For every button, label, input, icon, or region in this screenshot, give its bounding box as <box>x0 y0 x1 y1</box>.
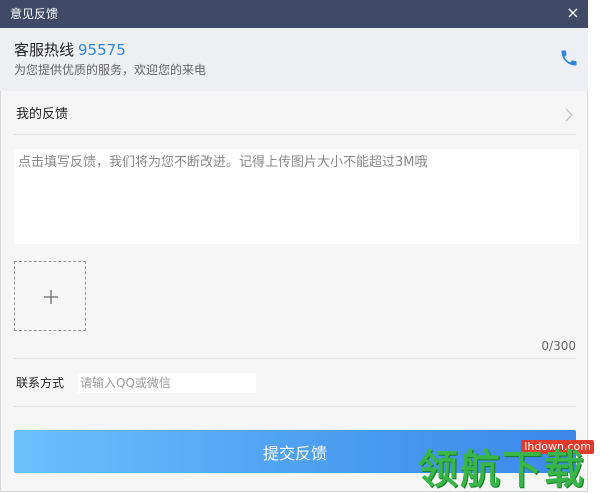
feedback-window: 意见反馈 × 客服热线95575 为您提供优质的服务，欢迎您的来电 我的反馈 0… <box>0 0 588 492</box>
watermark-text: 领航下载 <box>418 447 586 493</box>
hotline-subtitle: 为您提供优质的服务，欢迎您的来电 <box>14 63 207 77</box>
chevron-right-icon <box>565 108 573 122</box>
feedback-textarea[interactable] <box>14 149 579 244</box>
character-counter: 0/300 <box>541 339 576 353</box>
contact-label: 联系方式 <box>16 376 65 390</box>
divider <box>14 406 576 407</box>
upload-image-button[interactable] <box>14 261 86 331</box>
hotline-panel: 客服热线 95575 为您提供优质的服务，欢迎您的来电 <box>0 28 588 91</box>
window-title: 意见反馈 <box>10 7 59 21</box>
my-feedback-row[interactable]: 我的反馈 <box>14 96 576 135</box>
hotline-label: 客服热线 <box>14 41 75 59</box>
watermark-logo: lhdown.com 领航下载 <box>418 440 598 493</box>
title-bar: 意见反馈 × <box>0 0 588 28</box>
contact-input[interactable] <box>78 373 256 393</box>
my-feedback-label: 我的反馈 <box>16 107 69 122</box>
hotline-title: 客服热线 95575 <box>14 41 126 59</box>
plus-icon <box>44 290 58 304</box>
hotline-number[interactable]: 95575 <box>78 41 126 59</box>
close-icon[interactable]: × <box>564 4 582 22</box>
phone-icon[interactable] <box>559 48 579 68</box>
divider <box>14 358 576 359</box>
